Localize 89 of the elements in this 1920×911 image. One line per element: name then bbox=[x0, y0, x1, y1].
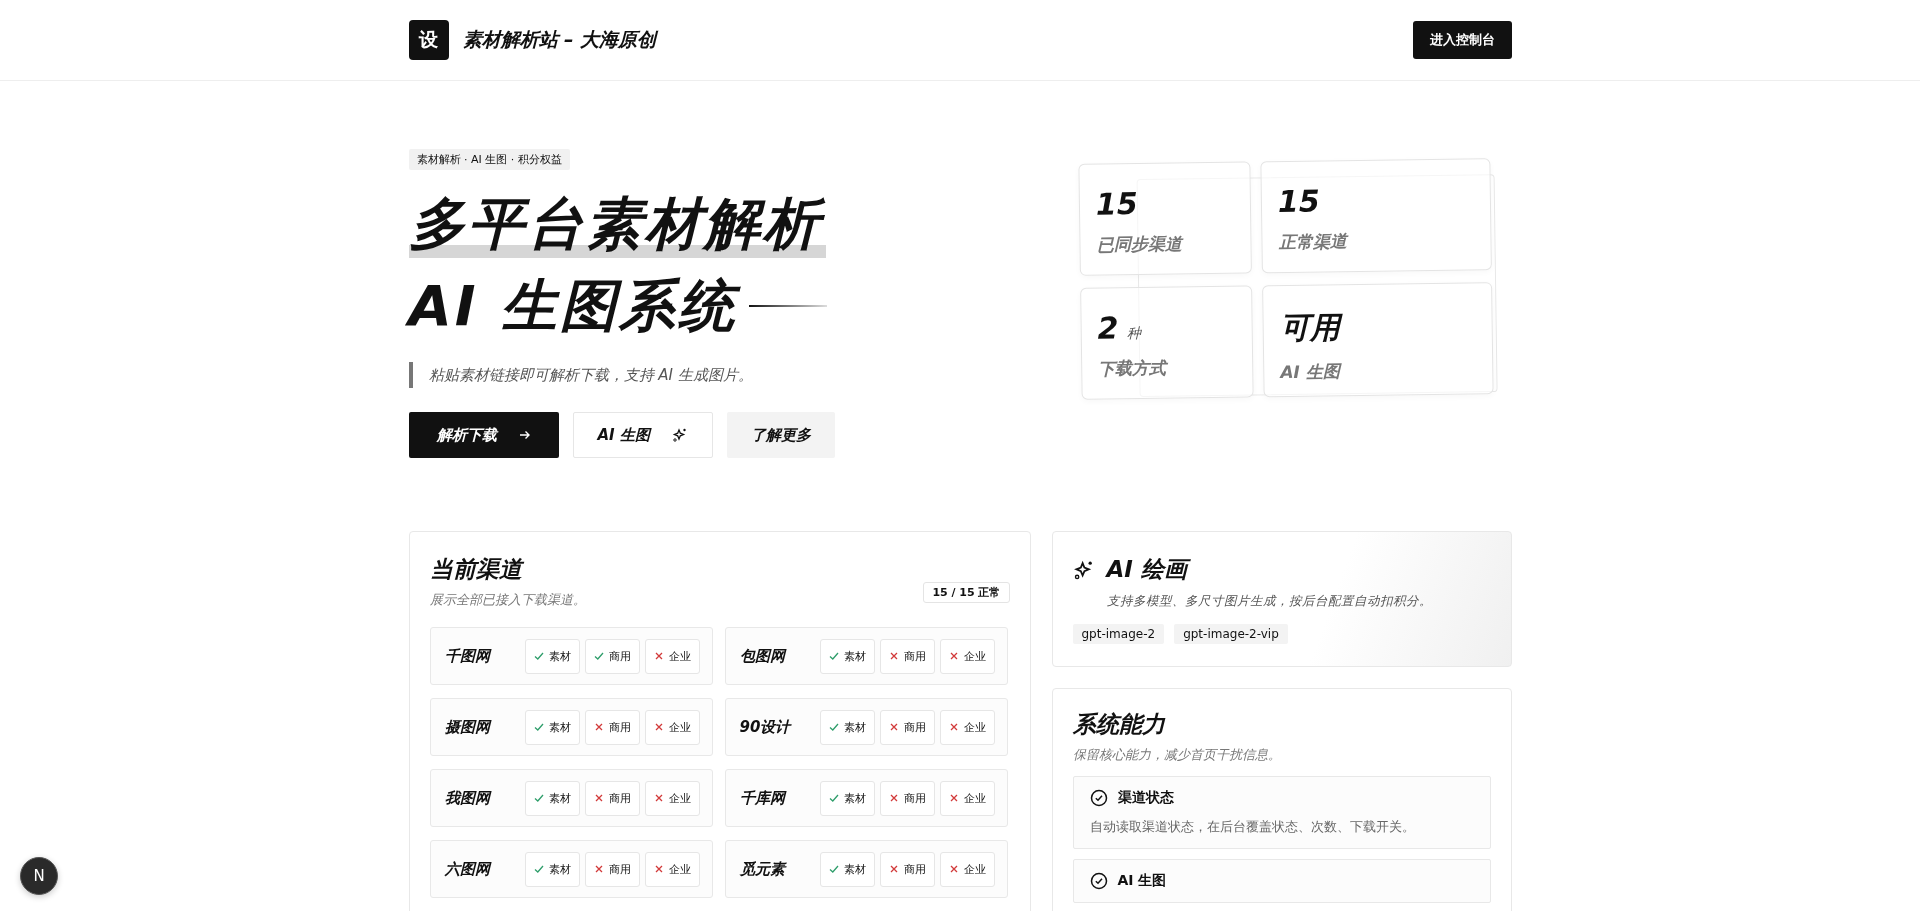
hero-button[interactable]: 解析下载 bbox=[408, 412, 559, 458]
hero-tag: 素材解析 · AI 生图 · 积分权益 bbox=[408, 149, 570, 170]
feature-tag: 素材 bbox=[524, 851, 580, 887]
model-tag: gpt-image-2 bbox=[1072, 624, 1165, 644]
arrow-icon bbox=[518, 429, 531, 441]
cross-icon bbox=[888, 722, 899, 732]
feature-tag: 商用 bbox=[584, 780, 640, 816]
panel-subtitle: 保留核心能力，减少首页干扰信息。 bbox=[1072, 746, 1282, 764]
feature-tag: 素材 bbox=[819, 851, 875, 887]
feature-tag: 商用 bbox=[584, 851, 640, 887]
stat-label: AI 生图 bbox=[1279, 360, 1343, 385]
stat-label: 已同步渠道 bbox=[1095, 232, 1185, 257]
stat-unit: 种 bbox=[1126, 325, 1141, 344]
site-title: 素材解析站 – 大海原创 bbox=[462, 27, 657, 52]
feature-description: 自动读取渠道状态，在后台覆盖状态、次数、下载开关。 bbox=[1089, 819, 1416, 836]
feature-tag: 素材 bbox=[819, 638, 875, 674]
panel-title: 系统能力 bbox=[1072, 710, 1167, 739]
logo[interactable]: 设 bbox=[408, 20, 449, 60]
channel-name: 千图网 bbox=[444, 646, 490, 666]
feature-tag: 素材 bbox=[819, 780, 875, 816]
stat-label: 正常渠道 bbox=[1277, 230, 1350, 255]
feature-tag: 商用 bbox=[879, 638, 935, 674]
hero-button[interactable]: AI 生图 bbox=[572, 412, 713, 458]
feature-tag: 企业 bbox=[644, 709, 700, 745]
channel-name: 包图网 bbox=[739, 646, 785, 666]
feature-tag: 企业 bbox=[939, 780, 995, 816]
cross-icon bbox=[948, 864, 959, 874]
sparkle-icon bbox=[1072, 558, 1095, 581]
feature-title: 渠道状态 bbox=[1117, 789, 1174, 807]
cross-icon bbox=[653, 651, 664, 661]
sparkle-icon bbox=[671, 427, 688, 443]
feature-tag: 企业 bbox=[644, 851, 700, 887]
stat-value: 2 bbox=[1096, 310, 1119, 346]
cross-icon bbox=[888, 793, 899, 803]
feature-tag: 企业 bbox=[644, 780, 700, 816]
feature-tag: 素材 bbox=[524, 780, 580, 816]
cross-icon bbox=[888, 651, 899, 661]
cross-icon bbox=[948, 722, 959, 732]
check-circle-icon bbox=[1089, 789, 1108, 807]
stat-label: 下载方式 bbox=[1097, 356, 1169, 381]
check-icon bbox=[533, 793, 544, 803]
cross-icon bbox=[593, 793, 604, 803]
channel-name: 我图网 bbox=[444, 788, 490, 808]
feature-tag: 企业 bbox=[939, 851, 995, 887]
console-button[interactable]: 进入控制台 bbox=[1412, 21, 1512, 59]
feature-tag: 素材 bbox=[524, 709, 580, 745]
status-badge: 15 / 15 正常 bbox=[923, 582, 1010, 603]
cross-icon bbox=[653, 793, 664, 803]
check-icon bbox=[533, 722, 544, 732]
channel-name: 90设计 bbox=[739, 717, 791, 737]
panel-title: 当前渠道 bbox=[429, 555, 525, 584]
feature-tag: 商用 bbox=[879, 780, 935, 816]
stat-value: 15 bbox=[1095, 186, 1138, 222]
cross-icon bbox=[948, 651, 959, 661]
cross-icon bbox=[653, 722, 664, 732]
feature-tag: 企业 bbox=[644, 638, 700, 674]
stat-value: 15 bbox=[1277, 183, 1320, 220]
feature-tag: 素材 bbox=[819, 709, 875, 745]
cross-icon bbox=[593, 722, 604, 732]
check-circle-icon bbox=[1089, 872, 1108, 890]
feature-title: AI 生图 bbox=[1117, 872, 1167, 890]
check-icon bbox=[593, 651, 604, 661]
cross-icon bbox=[888, 864, 899, 874]
check-icon bbox=[828, 864, 839, 874]
feature-tag: 商用 bbox=[584, 709, 640, 745]
check-icon bbox=[828, 651, 839, 661]
feature-tag: 企业 bbox=[939, 709, 995, 745]
check-icon bbox=[533, 864, 544, 874]
channel-name: 六图网 bbox=[444, 859, 490, 879]
check-icon bbox=[828, 793, 839, 803]
check-icon bbox=[533, 651, 544, 661]
feature-tag: 企业 bbox=[939, 638, 995, 674]
check-icon bbox=[828, 722, 839, 732]
panel-subtitle: 展示全部已接入下载渠道。 bbox=[429, 591, 586, 609]
panel-description: 支持多模型、多尺寸图片生成，按后台配置自动扣积分。 bbox=[1106, 593, 1433, 610]
channel-name: 千库网 bbox=[739, 788, 785, 808]
model-tag: gpt-image-2-vip bbox=[1174, 624, 1288, 644]
hero-subtitle: 粘贴素材链接即可解析下载，支持 AI 生成图片。 bbox=[408, 362, 753, 388]
channel-name: 摄图网 bbox=[444, 717, 490, 737]
feature-tag: 商用 bbox=[879, 851, 935, 887]
hero-button[interactable]: 了解更多 bbox=[726, 412, 835, 458]
feature-tag: 商用 bbox=[584, 638, 640, 674]
feature-tag: 素材 bbox=[524, 638, 580, 674]
dev-badge[interactable]: N bbox=[20, 857, 58, 895]
cross-icon bbox=[653, 864, 664, 874]
cross-icon bbox=[948, 793, 959, 803]
feature-tag: 商用 bbox=[879, 709, 935, 745]
cross-icon bbox=[593, 864, 604, 874]
channel-name: 觅元素 bbox=[739, 859, 785, 879]
